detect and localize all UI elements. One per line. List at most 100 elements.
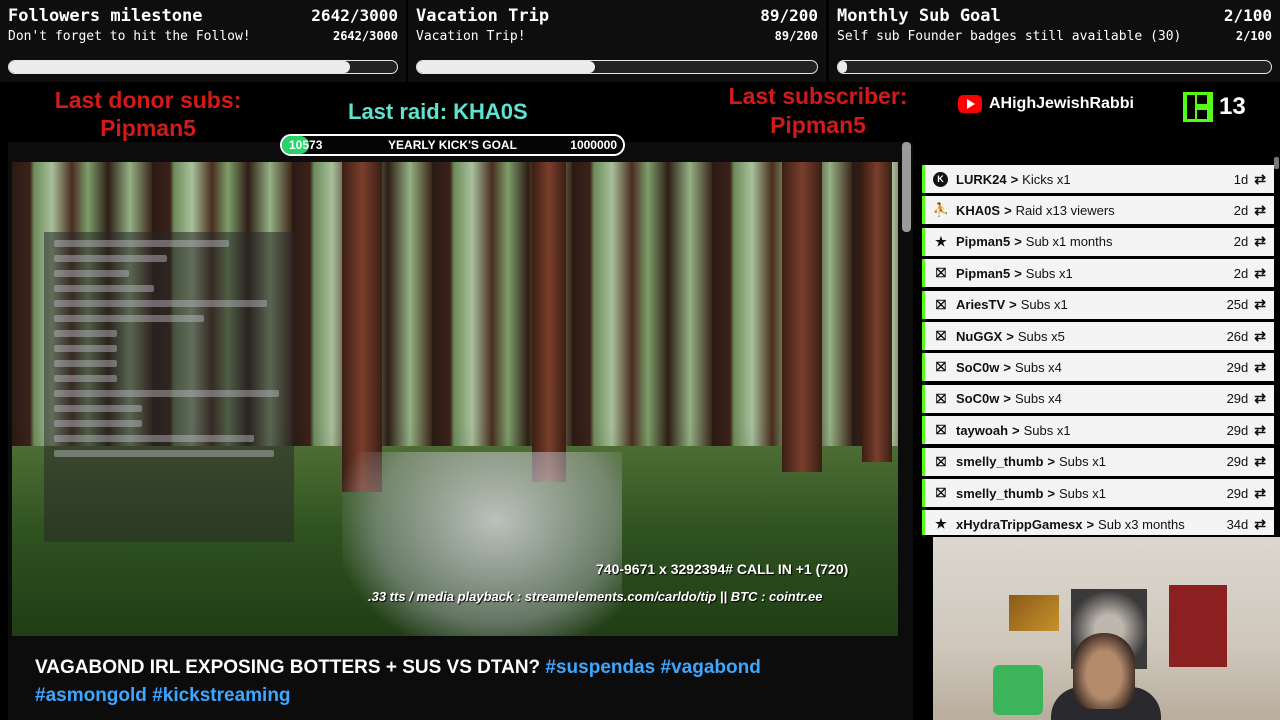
replay-icon[interactable]: ⇄ xyxy=(1254,390,1266,407)
event-item[interactable]: ★ Pipman5 > Sub x1 months 2d ⇄ xyxy=(922,227,1274,256)
event-item[interactable]: ⛝ AriesTV > Subs x1 25d ⇄ xyxy=(922,290,1274,319)
gift-icon: ⛝ xyxy=(936,485,946,500)
event-accent-bar xyxy=(922,165,925,193)
event-time: 34d xyxy=(1226,516,1249,532)
video-frame[interactable]: 740-9671 x 3292394# CALL IN +1 (720) .33… xyxy=(12,162,898,636)
star-icon: ★ xyxy=(935,233,947,249)
replay-icon[interactable]: ⇄ xyxy=(1254,453,1266,470)
event-separator: > xyxy=(1003,391,1011,407)
event-item[interactable]: ⛝ smelly_thumb > Subs x1 29d ⇄ xyxy=(922,447,1274,476)
event-time: 29d xyxy=(1226,454,1249,470)
event-item[interactable]: ★ xHydraTrippGamesx > Sub x3 months 34d ⇄ xyxy=(922,510,1274,535)
replay-icon[interactable]: ⇄ xyxy=(1254,328,1266,345)
yearly-goal-current: 10573 xyxy=(289,138,323,152)
gift-icon: ⛝ xyxy=(936,390,946,406)
last-subscriber-label: Last subscriber: xyxy=(728,83,908,109)
replay-icon[interactable]: ⇄ xyxy=(1254,485,1266,502)
deer-image xyxy=(342,452,622,636)
event-item[interactable]: ⛝ taywoah > Subs x1 29d ⇄ xyxy=(922,416,1274,445)
event-separator: > xyxy=(1047,454,1056,470)
hashtag-link[interactable]: #asmongold xyxy=(35,685,147,706)
goal-progress-bar xyxy=(8,60,398,74)
event-item[interactable]: ⛝ SoC0w > Subs x4 29d ⇄ xyxy=(922,353,1274,382)
last-donor-name: Pipman5 xyxy=(100,115,196,141)
gift-icon: ⛝ xyxy=(936,328,946,343)
replay-icon[interactable]: ⇄ xyxy=(1254,233,1266,250)
raid-icon: ⛹ xyxy=(932,202,950,218)
kick-icon: K xyxy=(933,171,948,187)
event-time: 29d xyxy=(1226,485,1249,501)
tree-trunk xyxy=(862,162,892,462)
event-username: smelly_thumb xyxy=(956,454,1044,470)
event-item[interactable]: ⛝ smelly_thumb > Subs x1 29d ⇄ xyxy=(922,479,1274,507)
donation-ticker: .33 tts / media playback : streamelement… xyxy=(368,589,823,604)
goal-count: 89/200 xyxy=(760,6,818,25)
replay-icon[interactable]: ⇄ xyxy=(1254,202,1266,219)
last-raid-text: Last raid: KHA0S xyxy=(348,99,528,124)
goal-count-small: 2642/3000 xyxy=(332,29,398,43)
event-username: xHydraTrippGamesx xyxy=(956,516,1083,532)
event-item[interactable]: ⛝ SoC0w > Subs x4 29d ⇄ xyxy=(922,384,1274,413)
event-time: 25d xyxy=(1226,297,1249,313)
event-username: AriesTV xyxy=(956,297,1006,313)
replay-icon[interactable]: ⇄ xyxy=(1254,422,1266,439)
event-separator: > xyxy=(1086,516,1095,532)
replay-icon[interactable]: ⇄ xyxy=(1254,359,1266,376)
event-item[interactable]: K LURK24 > Kicks x1 1d ⇄ xyxy=(922,165,1274,193)
event-separator: > xyxy=(1004,202,1012,218)
replay-icon[interactable]: ⇄ xyxy=(1254,516,1266,533)
event-accent-bar xyxy=(922,259,925,288)
event-username: LURK24 xyxy=(956,171,1007,187)
event-username: KHA0S xyxy=(956,202,1001,218)
goal-subtitle: Self sub Founder badges still available … xyxy=(837,29,1182,44)
event-accent-bar xyxy=(922,322,925,350)
event-separator: > xyxy=(1012,422,1020,438)
event-separator: > xyxy=(1047,485,1056,501)
goal-progress-bar xyxy=(416,60,818,74)
last-donor-widget: Last donor subs: Pipman5 xyxy=(30,86,266,142)
last-subscriber-name: Pipman5 xyxy=(770,112,866,138)
replay-icon[interactable]: ⇄ xyxy=(1254,265,1266,282)
event-separator: > xyxy=(1014,265,1022,281)
event-item[interactable]: ⛝ Pipman5 > Subs x1 2d ⇄ xyxy=(922,259,1274,288)
goal-title: Monthly Sub Goal xyxy=(837,6,1001,26)
replay-icon[interactable]: ⇄ xyxy=(1254,296,1266,313)
goal-subtitle: Don't forget to hit the Follow! xyxy=(8,29,251,44)
replay-icon[interactable]: ⇄ xyxy=(1254,171,1266,188)
stream-title: VAGABOND IRL EXPOSING BOTTERS + SUS VS D… xyxy=(35,654,895,710)
gift-icon: ⛝ xyxy=(936,453,946,469)
event-accent-bar xyxy=(922,353,925,382)
goal-title: Followers milestone xyxy=(8,6,203,26)
hashtag-link[interactable]: #vagabond xyxy=(661,657,761,678)
hashtag-link[interactable]: #suspendas xyxy=(545,657,655,678)
event-accent-bar xyxy=(922,227,925,256)
kick-logo-icon xyxy=(1183,92,1213,122)
gift-icon: ⛝ xyxy=(936,359,946,375)
event-username: SoC0w xyxy=(956,391,1000,407)
tree-trunk xyxy=(342,162,382,492)
event-time: 26d xyxy=(1226,328,1249,344)
event-list-scrollbar[interactable] xyxy=(1274,157,1279,169)
gift-icon: ⛝ xyxy=(936,422,946,438)
event-description: Subs x1 xyxy=(1023,422,1071,438)
event-item[interactable]: ⛝ NuGGX > Subs x5 26d ⇄ xyxy=(922,322,1274,350)
phone-ticker: 740-9671 x 3292394# CALL IN +1 (720) xyxy=(596,561,849,577)
event-accent-bar xyxy=(922,290,925,319)
event-accent-bar xyxy=(922,479,925,507)
goal-progress-fill xyxy=(417,61,595,73)
event-description: Subs x1 xyxy=(1059,485,1106,501)
event-separator: > xyxy=(1009,297,1017,313)
event-accent-bar xyxy=(922,510,925,535)
kick-viewer-count: 13 xyxy=(1183,92,1246,122)
event-list[interactable]: K LURK24 > Kicks x1 1d ⇄ ⛹ KHA0S > Raid x13 viewe… xyxy=(919,160,1280,535)
event-time: 29d xyxy=(1226,422,1249,438)
hashtag-link[interactable]: #kickstreaming xyxy=(152,685,290,706)
yearly-goal-target: 1000000 xyxy=(570,138,617,152)
event-description: Kicks x1 xyxy=(1022,171,1071,187)
event-item[interactable]: ⛹ KHA0S > Raid x13 viewers 2d ⇄ xyxy=(922,196,1274,225)
event-accent-bar xyxy=(922,416,925,445)
event-time: 1d xyxy=(1233,171,1249,187)
player-scrollbar[interactable] xyxy=(902,142,911,232)
event-time: 2d xyxy=(1233,265,1249,281)
goal-vacation: Vacation Trip 89/200 Vacation Trip! 89/2… xyxy=(408,0,826,82)
